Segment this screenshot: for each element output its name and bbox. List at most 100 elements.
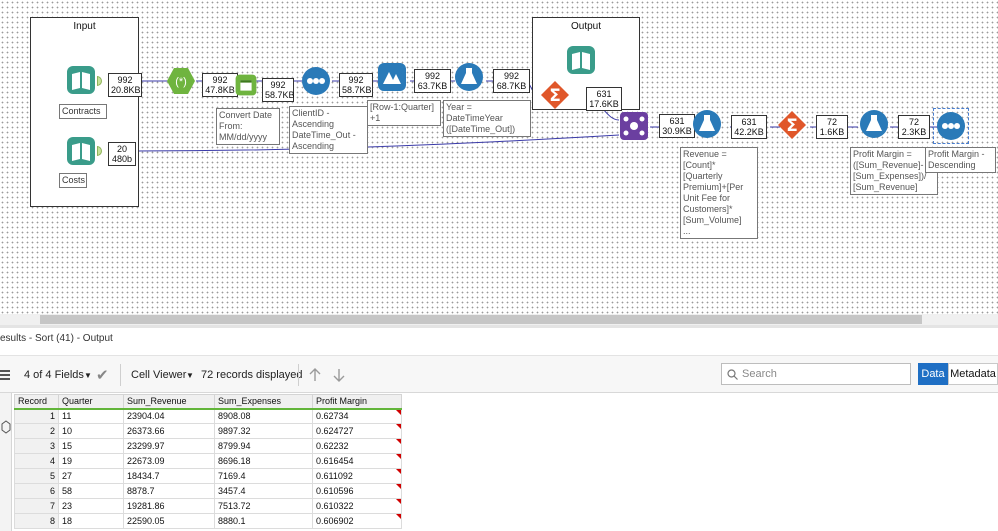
- contracts-records: 992: [117, 75, 133, 85]
- formula-4-tool[interactable]: [859, 109, 889, 139]
- formula-tool[interactable]: (*): [166, 66, 196, 96]
- contracts-input-tool[interactable]: [66, 65, 96, 95]
- sum-expenses-cell[interactable]: 8880.1: [214, 513, 313, 529]
- sum-revenue-cell[interactable]: 26373.66: [123, 423, 215, 439]
- browse-output-tool[interactable]: [566, 45, 596, 75]
- sum-expenses-cell[interactable]: 7513.72: [214, 498, 313, 514]
- sum-revenue-cell[interactable]: 23299.97: [123, 438, 215, 454]
- arrow-up-icon[interactable]: [309, 368, 321, 382]
- profit-margin-cell[interactable]: 0.611092: [312, 468, 402, 484]
- join-tool[interactable]: [619, 111, 649, 141]
- profit-margin-cell[interactable]: 0.62232: [312, 438, 402, 454]
- quarter-cell[interactable]: 18: [58, 513, 124, 529]
- column-header-quarter[interactable]: Quarter: [58, 394, 124, 410]
- search-icon: [727, 369, 738, 380]
- metadata-tab-button[interactable]: Metadata: [948, 363, 998, 385]
- multirow-size: 63.7KB: [417, 81, 448, 91]
- profit-margin-cell[interactable]: 0.616454: [312, 453, 402, 469]
- sum-revenue-cell[interactable]: 22673.09: [123, 453, 215, 469]
- formula-3-size: 42.2KB: [734, 127, 764, 137]
- profit-margin-cell[interactable]: 0.610322: [312, 498, 402, 514]
- list-view-icon[interactable]: [0, 369, 10, 381]
- profit-margin-cell[interactable]: 0.610596: [312, 483, 402, 499]
- column-header-sum-revenue[interactable]: Sum_Revenue: [123, 394, 215, 410]
- summarize-tool[interactable]: Σ: [540, 80, 570, 110]
- table-row[interactable]: 5 27 18434.7 7169.4 0.611092: [14, 468, 402, 484]
- flask-icon: [455, 63, 483, 91]
- datetime-tool[interactable]: [234, 72, 258, 98]
- workflow-canvas[interactable]: Input Output 992 20.8KB Contracts 20 480…: [0, 0, 998, 315]
- search-box[interactable]: [721, 363, 911, 385]
- sort-tool[interactable]: [301, 66, 331, 96]
- quarter-cell[interactable]: 15: [58, 438, 124, 454]
- quarter-cell[interactable]: 11: [58, 408, 124, 424]
- multi-row-formula-tool[interactable]: [377, 62, 407, 92]
- formula-2-size: 68.7KB: [496, 81, 527, 91]
- quarter-cell[interactable]: 19: [58, 453, 124, 469]
- table-row[interactable]: 4 19 22673.09 8696.18 0.616454: [14, 453, 402, 469]
- sum-revenue-cell[interactable]: 8878.7: [123, 483, 215, 499]
- profit-margin-cell[interactable]: 0.62734: [312, 408, 402, 424]
- table-row[interactable]: 8 18 22590.05 8880.1 0.606902: [14, 513, 402, 529]
- record-number-cell[interactable]: 8: [14, 513, 59, 529]
- record-number-cell[interactable]: 2: [14, 423, 59, 439]
- sum-expenses-cell[interactable]: 7169.4: [214, 468, 313, 484]
- costs-input-tool[interactable]: [66, 136, 96, 166]
- sum-revenue-cell[interactable]: 23904.04: [123, 408, 215, 424]
- table-row[interactable]: 7 23 19281.86 7513.72 0.610322: [14, 498, 402, 514]
- sum-revenue-cell[interactable]: 18434.7: [123, 468, 215, 484]
- sort-2-tool[interactable]: [933, 108, 969, 144]
- table-row[interactable]: 2 10 26373.66 9897.32 0.624727: [14, 423, 402, 439]
- table-row[interactable]: 6 58 8878.7 3457.4 0.610596: [14, 483, 402, 499]
- profit-margin-cell[interactable]: 0.606902: [312, 513, 402, 529]
- chevron-down-icon[interactable]: ▼: [186, 371, 194, 380]
- column-header-record[interactable]: Record: [14, 394, 59, 410]
- summarize-2-tool[interactable]: Σ: [777, 110, 807, 140]
- record-number-cell[interactable]: 6: [14, 483, 59, 499]
- results-side-rail: [0, 393, 12, 531]
- arrow-down-icon[interactable]: [333, 368, 345, 382]
- pane-splitter[interactable]: [0, 325, 998, 328]
- results-data-grid[interactable]: Record Quarter Sum_Revenue Sum_Expenses …: [14, 394, 402, 529]
- data-tab-button[interactable]: Data: [918, 363, 948, 385]
- column-header-sum-expenses[interactable]: Sum_Expenses: [214, 394, 313, 410]
- book-icon: [67, 137, 95, 165]
- profit-margin-cell[interactable]: 0.624727: [312, 423, 402, 439]
- toolbar-separator: [120, 364, 121, 386]
- quarter-cell[interactable]: 23: [58, 498, 124, 514]
- sum-revenue-cell[interactable]: 22590.05: [123, 513, 215, 529]
- record-number-cell[interactable]: 4: [14, 453, 59, 469]
- book-icon: [67, 66, 95, 94]
- record-number-cell[interactable]: 5: [14, 468, 59, 484]
- cell-viewer-dropdown[interactable]: Cell Viewer: [131, 369, 186, 381]
- sum-expenses-cell[interactable]: 8799.94: [214, 438, 313, 454]
- formula-1-badge: 992 47.8KB: [202, 73, 238, 97]
- quarter-cell[interactable]: 58: [58, 483, 124, 499]
- sum-expenses-cell[interactable]: 8908.08: [214, 408, 313, 424]
- sum-expenses-cell[interactable]: 9897.32: [214, 423, 313, 439]
- quarter-cell[interactable]: 10: [58, 423, 124, 439]
- record-number-cell[interactable]: 7: [14, 498, 59, 514]
- canvas-scrollbar-thumb[interactable]: [40, 315, 922, 324]
- flask-icon: [693, 110, 721, 138]
- column-header-profit-margin[interactable]: Profit Margin: [312, 394, 402, 410]
- formula-3-tool[interactable]: [692, 109, 722, 139]
- sum-expenses-cell[interactable]: 3457.4: [214, 483, 313, 499]
- sort-1-annotation: ClientID - Ascending DateTime_Out - Asce…: [289, 106, 368, 154]
- record-number-cell[interactable]: 3: [14, 438, 59, 454]
- chevron-down-icon[interactable]: ▼: [84, 371, 92, 380]
- search-input[interactable]: [742, 366, 902, 382]
- table-row[interactable]: 3 15 23299.97 8799.94 0.62232: [14, 438, 402, 454]
- sum-expenses-cell[interactable]: 8696.18: [214, 453, 313, 469]
- contracts-label: Contracts: [59, 104, 107, 119]
- formula-2-tool[interactable]: [454, 62, 484, 92]
- record-number-cell[interactable]: 1: [14, 408, 59, 424]
- configuration-icon[interactable]: [1, 420, 11, 434]
- book-icon: [567, 46, 595, 74]
- fields-selector[interactable]: 4 of 4 Fields: [24, 369, 84, 381]
- sort-1-records: 992: [348, 75, 364, 85]
- table-row[interactable]: 1 11 23904.04 8908.08 0.62734: [14, 408, 402, 424]
- quarter-cell[interactable]: 27: [58, 468, 124, 484]
- sum-revenue-cell[interactable]: 19281.86: [123, 498, 215, 514]
- checkmark-icon[interactable]: ✔: [96, 366, 109, 384]
